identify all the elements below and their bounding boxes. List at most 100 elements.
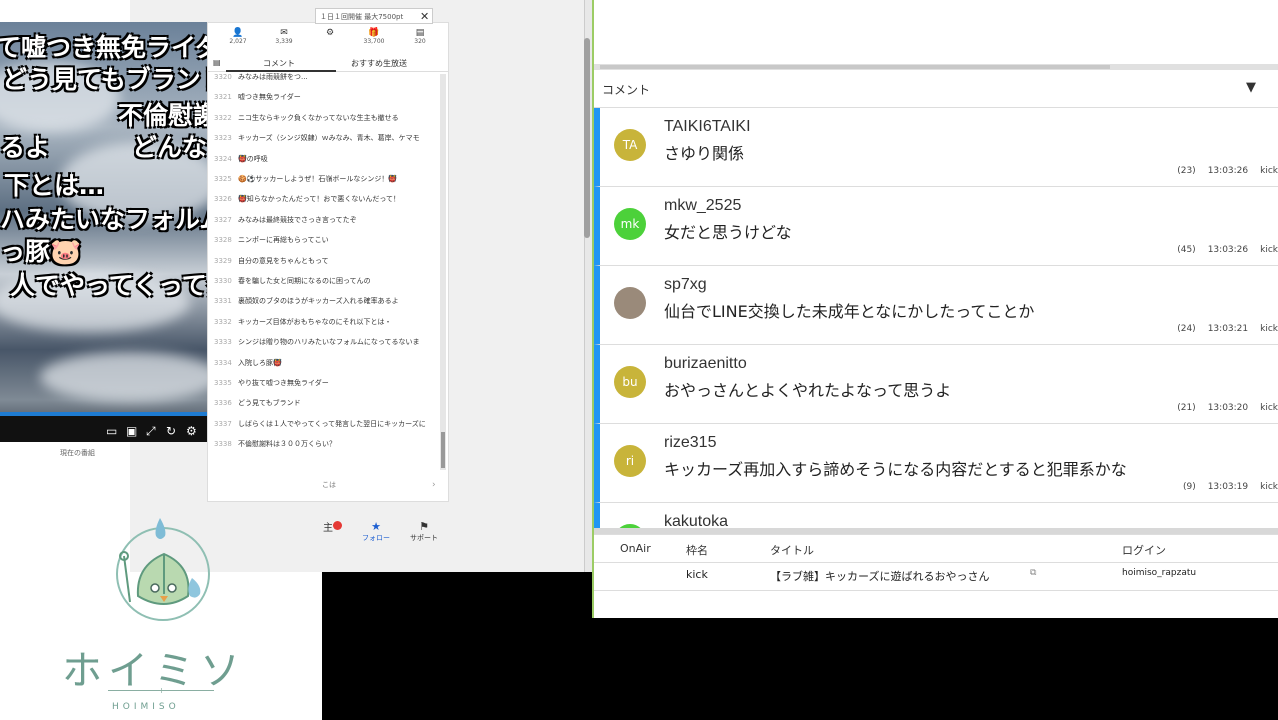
nico-comment-row[interactable]: 3336 どう見てもブランド — [214, 398, 440, 418]
table-divider — [594, 562, 1278, 563]
comment-username[interactable]: burizaenitto — [664, 355, 747, 373]
comment-icon: ✉ — [280, 28, 288, 38]
comment-text: どう見てもブランド — [238, 399, 301, 408]
close-icon[interactable]: ✕ — [420, 10, 429, 23]
comment-number: 3330 — [214, 277, 232, 285]
video-overlay-text: 下とは… — [4, 171, 105, 200]
comments-stat: ✉ 3,339 — [264, 28, 304, 45]
nico-comment-row[interactable]: 3327 みなみは最終競技でさっき言ってたぞ — [214, 215, 440, 235]
nico-comment-row[interactable]: 3330 春を騙した女と同期になるのに困ってんの — [214, 276, 440, 296]
video-progress-bar[interactable] — [0, 412, 207, 416]
tab-recommended[interactable]: おすすめ生放送 — [351, 58, 407, 69]
nico-scrollbar-track[interactable] — [440, 74, 446, 470]
nico-comment-row[interactable]: 3331 裏顔奴のブタのほうがキッカーズ入れる確率あるよ — [214, 296, 440, 316]
comment-text: キッカーズ再加入すら諦めそうになる内容だとすると犯罪系かな — [664, 460, 1127, 479]
comment-username[interactable]: TAIKI6TAIKI — [664, 118, 751, 136]
cell-title[interactable]: 【ラブ雑】キッカーズに遊ばれるおやっさん — [770, 568, 989, 584]
comment-username[interactable]: rize315 — [664, 434, 716, 452]
avatar[interactable] — [614, 287, 646, 319]
comment-count: (45) — [1177, 245, 1196, 255]
comment-number: 3329 — [214, 256, 232, 265]
comment-number: 3324 — [214, 154, 232, 163]
gift-icon: 🎁 — [368, 28, 380, 38]
nico-comment-row[interactable]: 3332 キッカーズ目体がおもちゃなのにそれ以下とは・ — [214, 317, 440, 337]
nico-comment-row[interactable]: 3328 ニンポーに再総もらってこい — [214, 235, 440, 255]
avatar[interactable]: ri — [614, 445, 646, 477]
comment-header-title: コメント — [602, 83, 651, 97]
follow-button[interactable]: ★ フォロー — [362, 520, 390, 543]
reload-icon[interactable]: ↻ — [166, 424, 176, 438]
comment-text: シンジは贈り物のハリみたいなフォルムになってるないま — [238, 338, 420, 347]
comment-text: おやっさんとよくやれたよなって思うよ — [664, 381, 952, 400]
cell-frame[interactable]: kick — [686, 568, 708, 581]
filter-icon[interactable]: ▼ — [1246, 80, 1256, 95]
comment-item[interactable]: bu burizaenitto おやっさんとよくやれたよなって思うよ (21) 13:0… — [594, 345, 1278, 424]
event-banner[interactable]: １日１回開催 最大7500pt — [315, 8, 433, 24]
nico-comment-row[interactable]: 3325 🍪⚽サッカーしようぜ！石嶺ボールなシンジ！👹 — [214, 174, 440, 194]
comment-item[interactable]: ri rize315 キッカーズ再加入すら諦めそうになる内容だとすると犯罪系かな (9… — [594, 424, 1278, 503]
nico-comment-row[interactable]: 3322 ニコ生ならキック負くなかってないな生主も撤せる — [214, 113, 440, 133]
comment-item[interactable]: sp7xg 仙台でLINE交換した未成年となにかしたってことか (24) 13:03:… — [594, 266, 1278, 345]
comment-toggle-icon[interactable]: ▭ — [106, 424, 117, 438]
follow-button-label: フォロー — [362, 534, 390, 542]
nico-scrollbar-thumb[interactable] — [441, 432, 445, 468]
support-button-label: サポート — [410, 534, 438, 542]
nico-comment-row[interactable]: 3329 自分の意見をちゃんともって — [214, 256, 440, 276]
video-overlay-text: どう見てもブランド — [2, 65, 207, 94]
comment-time: 13:03:26 — [1207, 245, 1249, 255]
nico-comment-row[interactable]: 3320 みなみは雨競餅をつ... — [214, 72, 440, 92]
comment-username[interactable]: sp7xg — [664, 276, 707, 294]
settings-stat[interactable]: ⚙ — [310, 28, 350, 38]
comment-number: 3326 — [214, 195, 232, 204]
nico-comment-input[interactable]: こは — [322, 480, 442, 494]
chevron-right-icon[interactable]: › — [432, 480, 436, 490]
nico-comment-row[interactable]: 3324 👹の呼吸 — [214, 154, 440, 174]
column-header-frame[interactable]: 枠名 — [686, 542, 708, 558]
video-overlay-text: ハみたいなフォルム — [0, 205, 207, 234]
column-header-title[interactable]: タイトル — [770, 542, 814, 558]
horizontal-scrollbar-thumb[interactable] — [600, 65, 1110, 69]
column-header-login[interactable]: ログイン — [1122, 542, 1166, 558]
cell-login[interactable]: hoimiso_rapzatu — [1122, 568, 1196, 578]
screen-icon[interactable]: ▣ — [126, 424, 137, 438]
comment-text: 裏顔奴のブタのほうがキッカーズ入れる確率あるよ — [238, 297, 399, 306]
copy-icon[interactable]: ⧉ — [1030, 568, 1036, 578]
nico-comment-row[interactable]: 3323 キッカーズ（シンジ奴隷）ｗみなみ、青木、葛岸、ケマモ — [214, 133, 440, 153]
browser-scrollbar-thumb[interactable] — [584, 38, 590, 238]
tab-menu-icon[interactable]: ▤ — [213, 58, 221, 67]
video-overlay-text: どんな — [132, 133, 207, 162]
tab-comments[interactable]: コメント — [263, 58, 295, 69]
nico-comment-row[interactable]: 3334 入院しろ豚👹 — [214, 358, 440, 378]
comment-number: 3331 — [214, 297, 232, 306]
nico-comment-row[interactable]: 3333 シンジは贈り物のハリみたいなフォルムになってるないま — [214, 337, 440, 357]
video-overlay-text: 不倫慰謝 — [118, 101, 207, 130]
nico-comment-row[interactable]: 3335 やり抜て嘘つき無免ライダー — [214, 378, 440, 398]
comment-item[interactable]: TA TAIKI6TAIKI さゆり関係 (23) 13:03:26 kick — [594, 108, 1278, 187]
flag-icon: ⚑ — [419, 520, 429, 533]
comment-source: kick — [1260, 324, 1278, 334]
avatar[interactable]: TA — [614, 129, 646, 161]
nico-comment-row[interactable]: 3326 👹知らなかったんだって！おで悪くないんだって！ — [214, 194, 440, 214]
hoimiso-logo-icon — [116, 518, 210, 621]
comment-text: ニンポーに再総もらってこい — [238, 236, 329, 245]
comment-meta: (23) 13:03:26 kick — [1165, 166, 1278, 176]
column-header-onair[interactable]: OnAir — [620, 542, 651, 555]
fullscreen-icon[interactable]: ⤢ — [146, 424, 156, 439]
comment-item[interactable]: kakutoka — [594, 503, 1278, 530]
viewers-stat: 👤 2,027 — [218, 28, 258, 45]
support-button[interactable]: ⚑ サポート — [410, 520, 438, 543]
settings-icon[interactable]: ⚙ — [310, 28, 350, 38]
comment-text: 春を騙した女と同期になるのに困ってんの — [238, 277, 371, 285]
comment-username[interactable]: mkw_2525 — [664, 197, 741, 215]
avatar[interactable]: bu — [614, 366, 646, 398]
comment-item[interactable]: mk mkw_2525 女だと思うけどな (45) 13:03:26 kick — [594, 187, 1278, 266]
nico-comment-row[interactable]: 3338 不倫慰謝料は３００万くらい？ — [214, 439, 440, 459]
nico-comment-row[interactable]: 3321 嘘つき無免ライダー — [214, 92, 440, 112]
comment-count: (9) — [1182, 482, 1196, 492]
stat-value: 320 — [414, 38, 426, 45]
video-player[interactable]: て嘘つき無免ライダー どう見てもブランド 不倫慰謝 るよ どんな 下とは… ハみ… — [0, 22, 207, 442]
person-icon: 👤 — [232, 28, 244, 38]
nico-comment-row[interactable]: 3337 しばらくは１人でやってくって発言した翌日にキッカーズに — [214, 419, 440, 439]
gear-icon[interactable]: ⚙ — [186, 424, 197, 438]
avatar[interactable]: mk — [614, 208, 646, 240]
